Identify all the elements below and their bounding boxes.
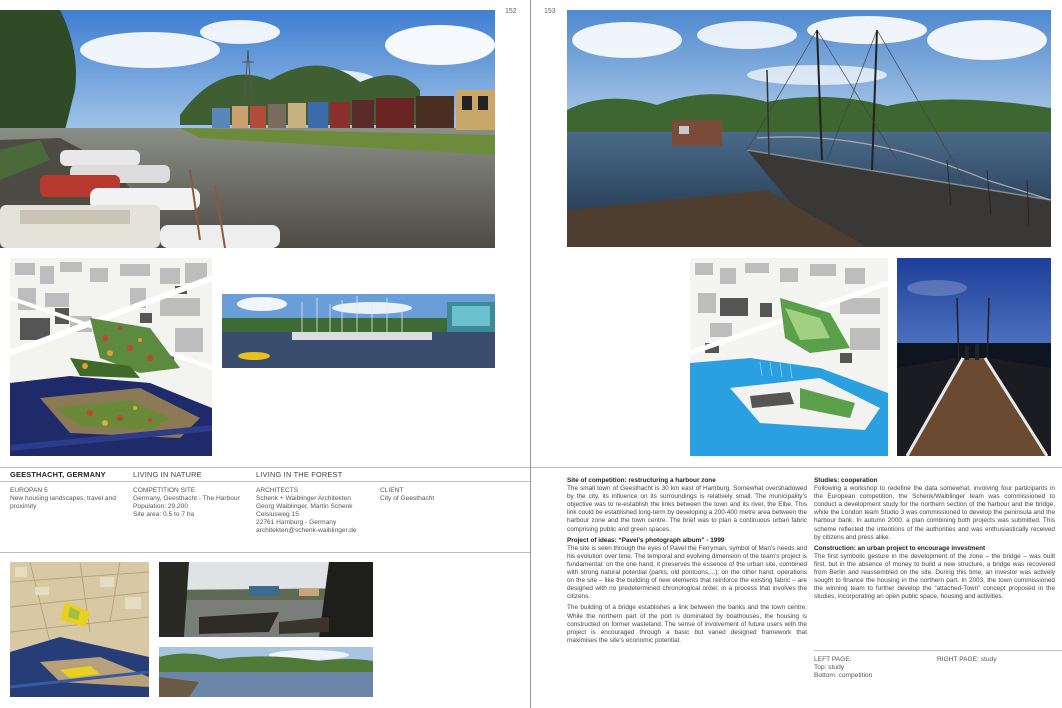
left-page-caption: LEFT PAGE: Top: study Bottom: competitio…	[814, 656, 934, 680]
left-page: 152 GEESTHACHT, GERMANY LIVING IN NATURE…	[0, 0, 530, 708]
section-heading: Site of competition: restructuring a har…	[567, 477, 716, 484]
theme-heading: LIVING IN NATURE	[133, 470, 202, 479]
client-text: City of Geesthacht	[380, 495, 435, 502]
europan-text: New housing landscapes, travel and proxi…	[10, 495, 116, 510]
competition-site-block: COMPETITION SITE Germany, Geesthacht - T…	[133, 487, 251, 519]
section-heading: Project of ideas: “Pavel’s photograph al…	[567, 536, 725, 544]
page-number-left: 152	[505, 8, 517, 15]
caption-label: LEFT PAGE:	[814, 656, 852, 663]
architects-label: ARCHITECTS	[256, 487, 299, 494]
right-page: 153 Site of competition: restructuring a…	[531, 0, 1062, 708]
client-label: CLIENT	[380, 487, 404, 494]
section-paragraph: The site is seen through the eyes of Pav…	[567, 544, 808, 601]
site-plan-map	[10, 258, 212, 456]
architects-email: architekten@schenk-waiblinger.de	[256, 527, 357, 534]
architects-line: Schenk + Waiblinger Architekten	[256, 495, 351, 502]
caption-label: RIGHT PAGE:	[937, 656, 979, 663]
site-line: Germany, Geesthacht - The Harbour	[133, 495, 240, 502]
section-paragraph: Following a workshop to redefine the dat…	[814, 485, 1055, 541]
architects-line: 22761 Hamburg - Germany	[256, 519, 337, 526]
text-column-2: Studies: cooperation Following a worksho…	[814, 477, 1055, 604]
section-heading: Studies: cooperation	[814, 477, 878, 484]
marina-photo	[222, 294, 495, 368]
caption-line: Bottom: competition	[814, 672, 873, 679]
info-rule-bottom	[0, 552, 530, 553]
caption-rule	[814, 650, 1062, 651]
client-block: CLIENT City of Geesthacht	[380, 487, 500, 503]
text-rule-top	[531, 467, 1062, 468]
section-heading: Construction: an urban project to encour…	[814, 544, 986, 552]
section-paragraph: The small town of Geesthacht is 30 km ea…	[567, 485, 807, 533]
site-label: COMPETITION SITE	[133, 487, 196, 494]
section-paragraph: The building of a bridge establishes a l…	[567, 604, 807, 644]
caption-line: study	[980, 656, 997, 663]
city-heading: GEESTHACHT, GERMANY	[10, 470, 106, 479]
text-column-1: Site of competition: restructuring a har…	[567, 477, 807, 648]
site-line: Site area: 0.5 to 7 ha	[133, 511, 195, 518]
site-line: Population: 29,200	[133, 503, 188, 510]
europan-block: EUROPAN 5 New housing landscapes, travel…	[10, 487, 125, 511]
right-page-caption: RIGHT PAGE: study	[937, 656, 1057, 664]
section-paragraph: The first symbolic gesture in the develo…	[814, 552, 1055, 601]
river-landscape-photo	[159, 647, 373, 697]
project-heading: LIVING IN THE FOREST	[256, 470, 343, 479]
architects-block: ARCHITECTS Schenk + Waiblinger Architekt…	[256, 487, 376, 535]
info-rule-mid	[0, 481, 530, 482]
info-rule-top	[0, 467, 530, 468]
night-bridge-photo	[897, 258, 1051, 456]
architects-line: Celsiusweg 15	[256, 511, 299, 518]
architects-line: Georg Waiblinger, Martin Schenk	[256, 503, 353, 510]
page-number-right: 153	[544, 8, 556, 15]
bridge-rendering	[567, 10, 1051, 247]
river-boats-photo	[159, 562, 373, 637]
competition-map	[10, 562, 149, 697]
harbour-boats-photo	[0, 10, 495, 248]
harbour-site-plan	[690, 258, 888, 456]
caption-line: Top: study	[814, 664, 845, 671]
europan-label: EUROPAN 5	[10, 487, 48, 494]
